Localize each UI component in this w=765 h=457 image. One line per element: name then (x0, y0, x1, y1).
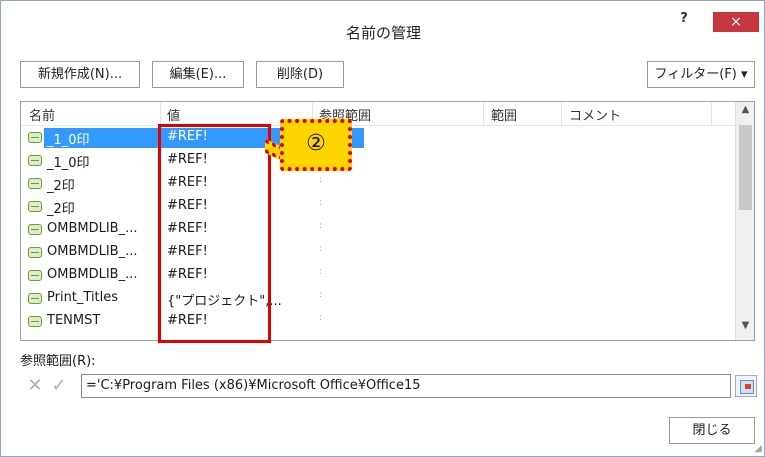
row-ref: : (319, 244, 323, 254)
resize-grip-icon[interactable]: ◢ (754, 443, 762, 454)
row-name: _1_0印 (47, 156, 90, 171)
row-name: Print_Titles (47, 290, 119, 305)
list-row[interactable]: _1_0印 #REF! ! (21, 127, 735, 148)
row-name: OMBMDLIB_... (47, 267, 138, 282)
row-name: OMBMDLIB_... (47, 221, 138, 236)
cancel-icon[interactable]: ✕ (25, 376, 45, 396)
row-ref: : (319, 221, 323, 231)
list-row[interactable]: _1_0印 #REF! P (21, 150, 735, 171)
names-list[interactable]: 名前 値 参照範囲 範囲 コメント _1_0印 #REF! ! _1_0印 #R… (20, 101, 755, 341)
name-icon (28, 293, 42, 304)
delete-button[interactable]: 削除(D) (256, 61, 344, 88)
row-name: _2印 (47, 202, 75, 217)
scroll-up-icon[interactable]: ▲ (736, 104, 754, 122)
list-row[interactable]: Print_Titles {"プロジェクト",... : (21, 288, 735, 309)
callout-marker: ② (280, 119, 352, 171)
close-window-button[interactable]: × (713, 12, 759, 32)
name-icon (28, 247, 42, 258)
row-name: OMBMDLIB_... (47, 244, 138, 259)
column-header-value[interactable]: 値 (167, 105, 180, 124)
list-row[interactable]: OMBMDLIB_... #REF! : (21, 242, 735, 263)
refers-to-input[interactable]: ='C:¥Program Files (x86)¥Microsoft Offic… (81, 374, 731, 398)
name-icon (28, 270, 42, 281)
title-bar: 名前の管理 ? × (1, 1, 765, 43)
list-row[interactable]: _2印 #REF! : (21, 196, 735, 217)
column-header-name[interactable]: 名前 (29, 105, 55, 124)
list-row[interactable]: OMBMDLIB_... #REF! : (21, 265, 735, 286)
refers-to-label: 参照範囲(R): (20, 354, 96, 369)
confirm-icon[interactable]: ✓ (49, 376, 69, 396)
row-ref: : (319, 267, 323, 277)
row-ref: : (319, 175, 323, 185)
row-name: _2印 (47, 179, 75, 194)
row-ref: : (319, 313, 323, 323)
dialog-title: 名前の管理 (345, 24, 421, 42)
list-row[interactable]: _2印 #REF! : (21, 173, 735, 194)
close-button[interactable]: 閉じる (669, 417, 755, 444)
highlight-box (158, 124, 271, 343)
collapse-dialog-icon[interactable] (735, 375, 757, 397)
list-row[interactable]: TENMST #REF! : (21, 311, 735, 332)
edit-button[interactable]: 編集(E)... (152, 61, 244, 88)
list-header: 名前 値 参照範囲 範囲 コメント (21, 102, 754, 126)
list-row[interactable]: OMBMDLIB_... #REF! : (21, 219, 735, 240)
name-manager-dialog: 名前の管理 ? × 新規作成(N)... 編集(E)... 削除(D) フィルタ… (0, 0, 765, 457)
name-icon (28, 201, 42, 212)
column-header-comment[interactable]: コメント (569, 105, 621, 124)
scroll-down-icon[interactable]: ▼ (736, 320, 754, 338)
scroll-thumb[interactable] (739, 125, 752, 210)
help-button[interactable]: ? (673, 11, 695, 31)
new-button[interactable]: 新規作成(N)... (20, 61, 140, 88)
row-ref: : (319, 290, 323, 300)
row-ref: : (319, 198, 323, 208)
callout-number: ② (306, 131, 326, 156)
row-name: TENMST (47, 313, 101, 328)
name-icon (28, 316, 42, 327)
row-name: _1_0印 (47, 133, 90, 148)
name-icon (28, 224, 42, 235)
list-scrollbar[interactable]: ▲ ▼ (735, 102, 754, 340)
name-icon (28, 155, 42, 166)
column-header-scope[interactable]: 範囲 (491, 105, 517, 124)
name-icon (28, 178, 42, 189)
name-icon (28, 132, 42, 143)
filter-button[interactable]: フィルター(F) ▾ (647, 61, 755, 88)
